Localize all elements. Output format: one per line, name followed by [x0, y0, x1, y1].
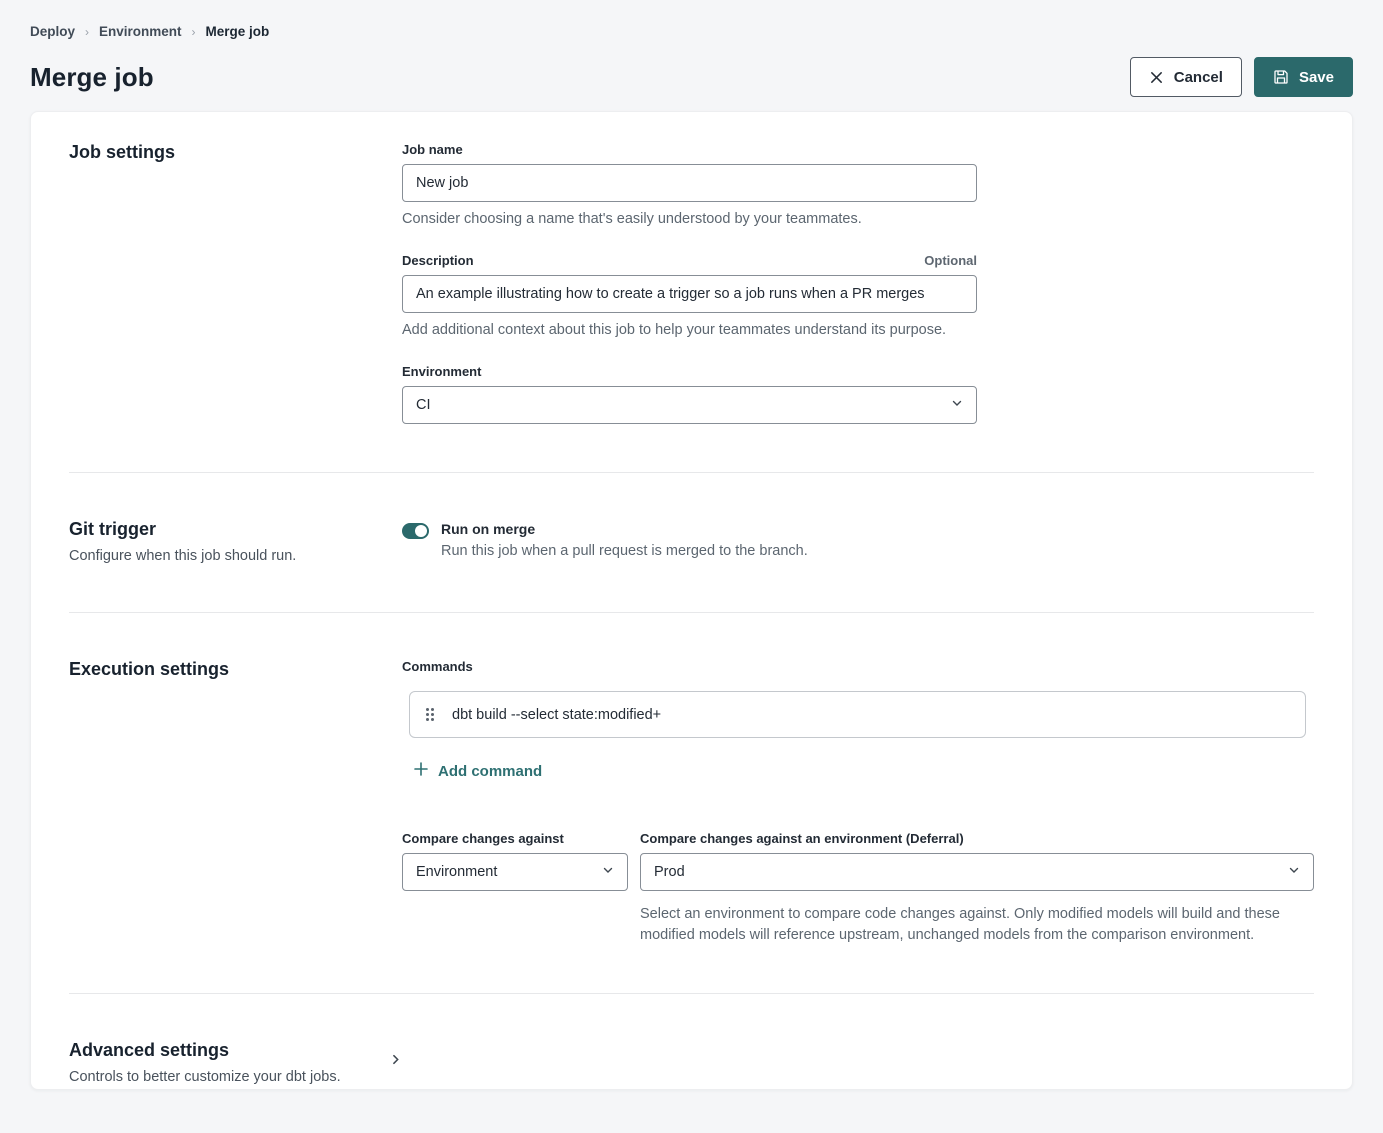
commands-label: Commands: [402, 659, 1314, 674]
breadcrumb-deploy[interactable]: Deploy: [30, 24, 75, 39]
description-helper: Add additional context about this job to…: [402, 322, 977, 338]
deferral-helper: Select an environment to compare code ch…: [640, 904, 1288, 945]
breadcrumb-environment[interactable]: Environment: [99, 24, 182, 39]
environment-select-value: CI: [416, 397, 431, 413]
chevron-down-icon: [1288, 864, 1300, 880]
breadcrumb-merge-job: Merge job: [206, 24, 270, 39]
compare-against-label: Compare changes against: [402, 831, 564, 846]
environment-select[interactable]: CI: [402, 386, 977, 424]
execution-settings-heading: Execution settings: [69, 659, 229, 680]
breadcrumb-separator-icon: ›: [85, 25, 89, 39]
job-name-field-group: Job name Consider choosing a name that's…: [402, 142, 977, 227]
environment-label: Environment: [402, 364, 481, 379]
run-on-merge-description: Run this job when a pull request is merg…: [441, 543, 808, 559]
advanced-settings-heading: Advanced settings: [69, 1040, 341, 1061]
run-on-merge-row: Run on merge Run this job when a pull re…: [402, 519, 1314, 559]
section-job-settings: Job settings Job name Consider choosing …: [69, 112, 1314, 473]
description-optional-badge: Optional: [924, 253, 977, 268]
deferral-label: Compare changes against an environment (…: [640, 831, 964, 846]
advanced-settings-subheading: Controls to better customize your dbt jo…: [69, 1069, 341, 1085]
chevron-right-icon[interactable]: [389, 1053, 402, 1071]
job-name-label: Job name: [402, 142, 463, 157]
description-input[interactable]: [402, 275, 977, 313]
description-label: Description: [402, 253, 474, 268]
git-trigger-heading: Git trigger: [69, 519, 296, 540]
save-button[interactable]: Save: [1254, 57, 1353, 97]
save-icon: [1273, 69, 1289, 85]
section-git-trigger: Git trigger Configure when this job shou…: [69, 473, 1314, 613]
git-trigger-subheading: Configure when this job should run.: [69, 548, 296, 564]
page-title: Merge job: [30, 62, 154, 93]
deferral-select[interactable]: Prod: [640, 853, 1314, 891]
breadcrumb-separator-icon: ›: [192, 25, 196, 39]
job-name-input[interactable]: [402, 164, 977, 202]
add-command-button[interactable]: Add command: [414, 762, 542, 780]
run-on-merge-label: Run on merge: [441, 521, 808, 537]
plus-icon: [414, 762, 428, 780]
job-name-helper: Consider choosing a name that's easily u…: [402, 211, 977, 227]
merge-job-page: Deploy › Environment › Merge job Merge j…: [0, 0, 1383, 1090]
run-on-merge-toggle[interactable]: [402, 523, 429, 539]
breadcrumb: Deploy › Environment › Merge job: [30, 24, 1353, 39]
command-row[interactable]: dbt build --select state:modified+: [409, 691, 1306, 738]
page-header: Merge job Cancel Save: [30, 57, 1353, 97]
environment-field-group: Environment CI: [402, 364, 977, 424]
close-icon: [1149, 70, 1164, 85]
chevron-down-icon: [602, 864, 614, 880]
drag-handle-icon[interactable]: [426, 708, 434, 721]
section-execution-settings: Execution settings Commands dbt build --…: [69, 613, 1314, 994]
cancel-button[interactable]: Cancel: [1130, 57, 1242, 97]
command-text[interactable]: dbt build --select state:modified+: [452, 707, 661, 723]
compare-against-value: Environment: [416, 864, 497, 880]
description-field-group: Description Optional Add additional cont…: [402, 253, 977, 338]
job-settings-card: Job settings Job name Consider choosing …: [30, 111, 1353, 1090]
deferral-value: Prod: [654, 864, 685, 880]
job-settings-heading: Job settings: [69, 142, 175, 163]
chevron-down-icon: [951, 397, 963, 413]
compare-row: Compare changes against Environment Comp…: [402, 831, 1314, 945]
deferral-group: Compare changes against an environment (…: [640, 831, 1314, 945]
compare-against-group: Compare changes against Environment: [402, 831, 628, 945]
header-actions: Cancel Save: [1130, 57, 1353, 97]
compare-against-select[interactable]: Environment: [402, 853, 628, 891]
section-advanced-settings: Advanced settings Controls to better cus…: [69, 994, 1314, 1133]
